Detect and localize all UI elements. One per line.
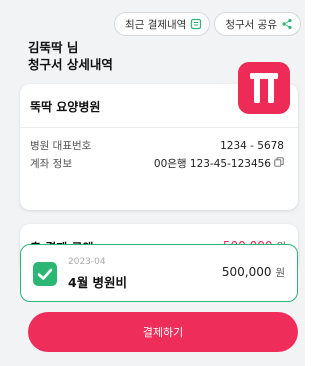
bill-date: 2023-04 <box>68 257 106 267</box>
account-info-label: 계좌 정보 <box>30 158 72 170</box>
checkbox-checked-icon[interactable] <box>33 262 57 286</box>
page-title: 청구서 상세내역 <box>28 57 113 72</box>
share-invoice-label: 청구서 공유 <box>225 18 277 31</box>
pay-button[interactable]: 결제하기 <box>28 312 298 352</box>
app-logo-icon <box>238 62 290 114</box>
copy-icon[interactable] <box>274 157 284 170</box>
share-icon <box>281 18 293 30</box>
divider <box>20 127 298 128</box>
recent-payments-button[interactable]: 최근 결제내역 <box>114 12 211 36</box>
invoice-detail-screen: 최근 결제내역 청구서 공유 김뚝딱 님 청구서 상세내역 뚝딱 요양병원 병원… <box>0 0 305 366</box>
account-number: 00은행 123-45-123456 <box>153 158 271 170</box>
bill-amount: 500,000 원 <box>222 265 285 280</box>
account-info-row: 계좌 정보 00은행 123-45-123456 <box>30 156 284 171</box>
hospital-name: 뚝딱 요양병원 <box>30 100 101 114</box>
hospital-phone-label: 병원 대표번호 <box>30 140 92 152</box>
user-name: 김뚝딱 님 <box>28 40 79 55</box>
recent-payments-label: 최근 결제내역 <box>125 18 187 31</box>
hospital-phone-row: 병원 대표번호 1234 - 5678 <box>30 138 284 153</box>
currency-unit: 원 <box>275 267 285 279</box>
hospital-phone-value[interactable]: 1234 - 5678 <box>220 138 284 153</box>
top-actions: 최근 결제내역 청구서 공유 <box>114 12 301 36</box>
page-header: 김뚝딱 님 청구서 상세내역 <box>28 40 113 73</box>
account-info-value-group: 00은행 123-45-123456 <box>154 156 284 171</box>
bill-amount-number: 500,000 <box>221 265 272 279</box>
receipt-icon <box>190 18 202 30</box>
share-invoice-button[interactable]: 청구서 공유 <box>214 12 301 36</box>
bill-item[interactable]: 2023-04 4월 병원비 500,000 원 <box>20 244 298 302</box>
bill-title: 4월 병원비 <box>68 275 128 290</box>
